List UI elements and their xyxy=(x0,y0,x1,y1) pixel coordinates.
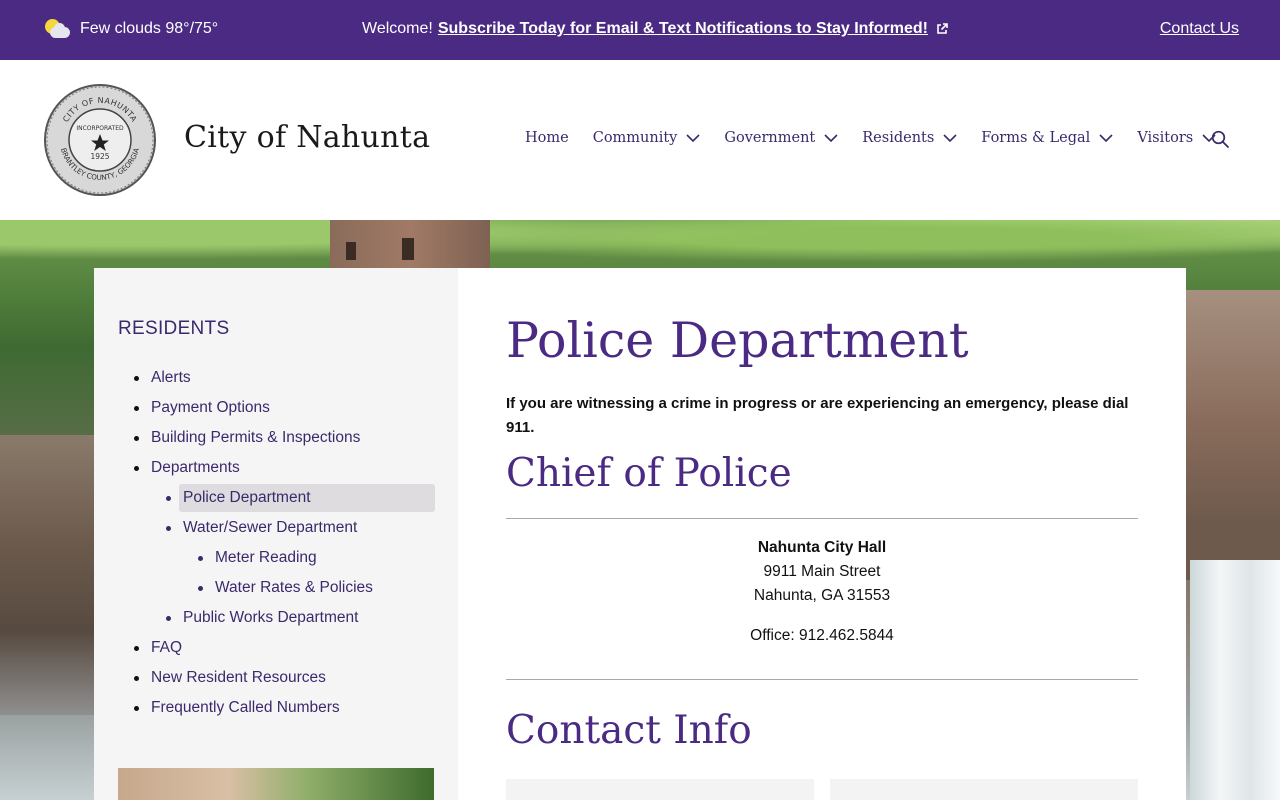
sidebar-item-water-rates[interactable]: Water Rates & Policies xyxy=(118,573,436,603)
sidebar-item-alerts[interactable]: Alerts xyxy=(118,363,436,393)
nav-label: Visitors xyxy=(1137,130,1194,146)
nav-residents[interactable]: Residents xyxy=(862,130,957,146)
sidebar-item-water-sewer[interactable]: Water/Sewer Department xyxy=(118,513,436,543)
main-content: Police Department If you are witnessing … xyxy=(506,268,1138,800)
chevron-down-icon xyxy=(824,134,838,143)
sidebar-item-frequently-called[interactable]: Frequently Called Numbers xyxy=(118,693,436,723)
sidebar-heading[interactable]: RESIDENTS xyxy=(118,318,229,340)
sidebar-item-label: Public Works Department xyxy=(183,609,359,626)
divider xyxy=(506,518,1138,519)
search-icon[interactable] xyxy=(1211,130,1229,148)
partly-cloudy-icon xyxy=(44,18,72,40)
sidebar-item-label: Departments xyxy=(151,459,240,476)
sidebar-item-payment-options[interactable]: Payment Options xyxy=(118,393,436,423)
chevron-down-icon xyxy=(943,134,957,143)
contact-card xyxy=(830,779,1138,800)
sidebar-item-label: New Resident Resources xyxy=(151,669,326,686)
divider xyxy=(506,679,1138,680)
external-link-icon xyxy=(937,23,948,34)
sidebar-item-label: Meter Reading xyxy=(215,549,317,566)
nav-home[interactable]: Home xyxy=(525,130,569,146)
chevron-down-icon xyxy=(1099,134,1113,143)
nav-forms-legal[interactable]: Forms & Legal xyxy=(981,130,1113,146)
nav-label: Home xyxy=(525,130,569,146)
nav-label: Community xyxy=(592,130,678,146)
address-block: Nahunta City Hall 9911 Main Street Nahun… xyxy=(506,536,1138,648)
subscribe-link[interactable]: Subscribe Today for Email & Text Notific… xyxy=(438,20,928,38)
contact-us-link[interactable]: Contact Us xyxy=(1160,20,1239,38)
sidebar-item-label: FAQ xyxy=(151,639,183,656)
address-city: Nahunta, GA 31553 xyxy=(753,587,891,604)
weather-text: Few clouds 98°/75° xyxy=(80,20,219,37)
sidebar-item-label: Building Permits & Inspections xyxy=(151,429,361,446)
city-seal-logo[interactable]: CITY OF NAHUNTA BRANTLEY COUNTY, GEORGIA… xyxy=(43,83,157,197)
sidebar-item-label: Frequently Called Numbers xyxy=(151,699,340,716)
sidebar-item-departments[interactable]: Departments xyxy=(118,453,436,483)
sidebar-item-meter-reading[interactable]: Meter Reading xyxy=(118,543,436,573)
sidebar-item-label: Payment Options xyxy=(151,399,270,416)
nav-government[interactable]: Government xyxy=(724,130,838,146)
svg-text:1925: 1925 xyxy=(90,152,109,161)
nav-label: Government xyxy=(724,130,816,146)
contact-card xyxy=(506,779,814,800)
address-name: Nahunta City Hall xyxy=(757,539,887,556)
sidebar-nav: Alerts Payment Options Building Permits … xyxy=(118,363,436,723)
emergency-notice: If you are witnessing a crime in progres… xyxy=(506,395,1129,436)
sidebar-item-public-works[interactable]: Public Works Department xyxy=(118,603,436,633)
address-street: 9911 Main Street xyxy=(763,563,881,580)
chevron-down-icon xyxy=(686,134,700,143)
svg-text:INCORPORATED: INCORPORATED xyxy=(76,125,124,132)
nav-visitors[interactable]: Visitors xyxy=(1137,130,1216,146)
welcome-banner: Welcome! Subscribe Today for Email & Tex… xyxy=(362,20,948,38)
sidebar-item-label: Water Rates & Policies xyxy=(215,579,373,596)
sidebar-item-building-permits[interactable]: Building Permits & Inspections xyxy=(118,423,436,453)
top-bar: Few clouds 98°/75° Welcome! Subscribe To… xyxy=(0,0,1280,60)
sidebar-item-label: Police Department xyxy=(179,484,435,512)
nav-label: Forms & Legal xyxy=(981,130,1091,146)
nav-community[interactable]: Community xyxy=(593,130,701,146)
sidebar-item-label: Alerts xyxy=(151,369,191,386)
welcome-text: Welcome! xyxy=(362,20,433,37)
nav-label: Residents xyxy=(862,130,935,146)
sidebar: RESIDENTS Alerts Payment Options Buildin… xyxy=(94,268,458,800)
main-nav: Home Community Government Residents Form… xyxy=(525,130,1240,148)
page-title: Police Department xyxy=(506,312,969,369)
chief-heading: Chief of Police xyxy=(506,451,792,496)
site-header: CITY OF NAHUNTA BRANTLEY COUNTY, GEORGIA… xyxy=(0,60,1280,220)
contact-info-heading: Contact Info xyxy=(506,708,752,753)
sidebar-item-police-department[interactable]: Police Department xyxy=(118,483,436,513)
sidebar-item-faq[interactable]: FAQ xyxy=(118,633,436,663)
weather-widget: Few clouds 98°/75° xyxy=(44,18,218,40)
sidebar-promo-image xyxy=(118,768,434,800)
content-card: RESIDENTS Alerts Payment Options Buildin… xyxy=(94,268,1186,800)
sidebar-item-label: Water/Sewer Department xyxy=(183,519,358,536)
sidebar-item-new-resident[interactable]: New Resident Resources xyxy=(118,663,436,693)
office-phone: Office: 912.462.5844 xyxy=(750,627,894,644)
site-name[interactable]: City of Nahunta xyxy=(184,120,430,155)
